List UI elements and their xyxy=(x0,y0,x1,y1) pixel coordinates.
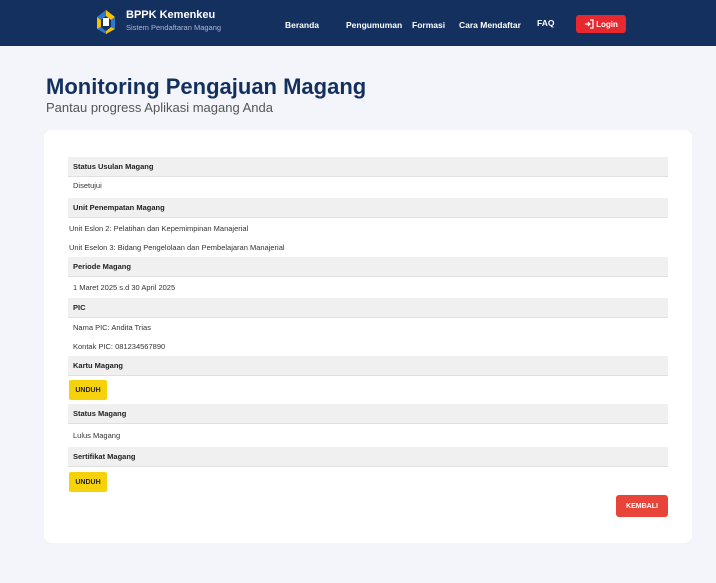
status-usulan-value: Disetujui xyxy=(73,181,102,190)
login-arrow-icon xyxy=(585,19,594,29)
bppk-logo-icon xyxy=(94,7,118,35)
status-magang-value: Lulus Magang xyxy=(73,431,121,440)
login-label: Login xyxy=(596,19,618,29)
pic-nama: Nama PIC: Andita Trias xyxy=(73,323,151,332)
monitoring-card: Status Usulan Magang Disetujui Unit Pene… xyxy=(44,130,692,543)
nav-beranda[interactable]: Beranda xyxy=(285,20,319,31)
section-kartu-magang: Kartu Magang xyxy=(68,356,668,376)
unduh-kartu-button[interactable]: UNDUH xyxy=(69,380,107,400)
brand-title: BPPK Kemenkeu xyxy=(126,9,216,21)
section-unit-penempatan: Unit Penempatan Magang xyxy=(68,198,668,218)
nav-cara-mendaftar[interactable]: Cara Mendaftar xyxy=(459,20,521,31)
nav-formasi[interactable]: Formasi xyxy=(412,20,445,31)
brand[interactable]: BPPK Kemenkeu Sistem Pendaftaran Magang xyxy=(94,7,221,35)
unit-eselon2: Unit Eslon 2: Pelatihan dan Kepemimpinan… xyxy=(69,224,249,233)
navbar: BPPK Kemenkeu Sistem Pendaftaran Magang … xyxy=(0,0,716,46)
section-status-usulan: Status Usulan Magang xyxy=(68,157,668,177)
unduh-sertifikat-button[interactable]: UNDUH xyxy=(69,472,107,492)
section-sertifikat: Sertifikat Magang xyxy=(68,447,668,467)
unit-eselon3: Unit Eselon 3: Bidang Pengelolaan dan Pe… xyxy=(69,243,285,252)
page-title: Monitoring Pengajuan Magang xyxy=(46,74,367,99)
periode-value: 1 Maret 2025 s.d 30 April 2025 xyxy=(73,283,176,292)
section-pic: PIC xyxy=(68,298,668,318)
section-periode: Periode Magang xyxy=(68,257,668,277)
kembali-button[interactable]: KEMBALI xyxy=(616,495,668,517)
section-status-magang: Status Magang xyxy=(68,404,668,424)
nav-faq[interactable]: FAQ xyxy=(537,18,554,29)
page-subtitle: Pantau progress Aplikasi magang Anda xyxy=(46,100,273,115)
brand-subtitle: Sistem Pendaftaran Magang xyxy=(126,23,222,32)
login-button[interactable]: Login xyxy=(576,15,626,33)
pic-kontak: Kontak PIC: 081234567890 xyxy=(73,342,166,351)
nav-pengumuman[interactable]: Pengumuman xyxy=(346,20,402,31)
